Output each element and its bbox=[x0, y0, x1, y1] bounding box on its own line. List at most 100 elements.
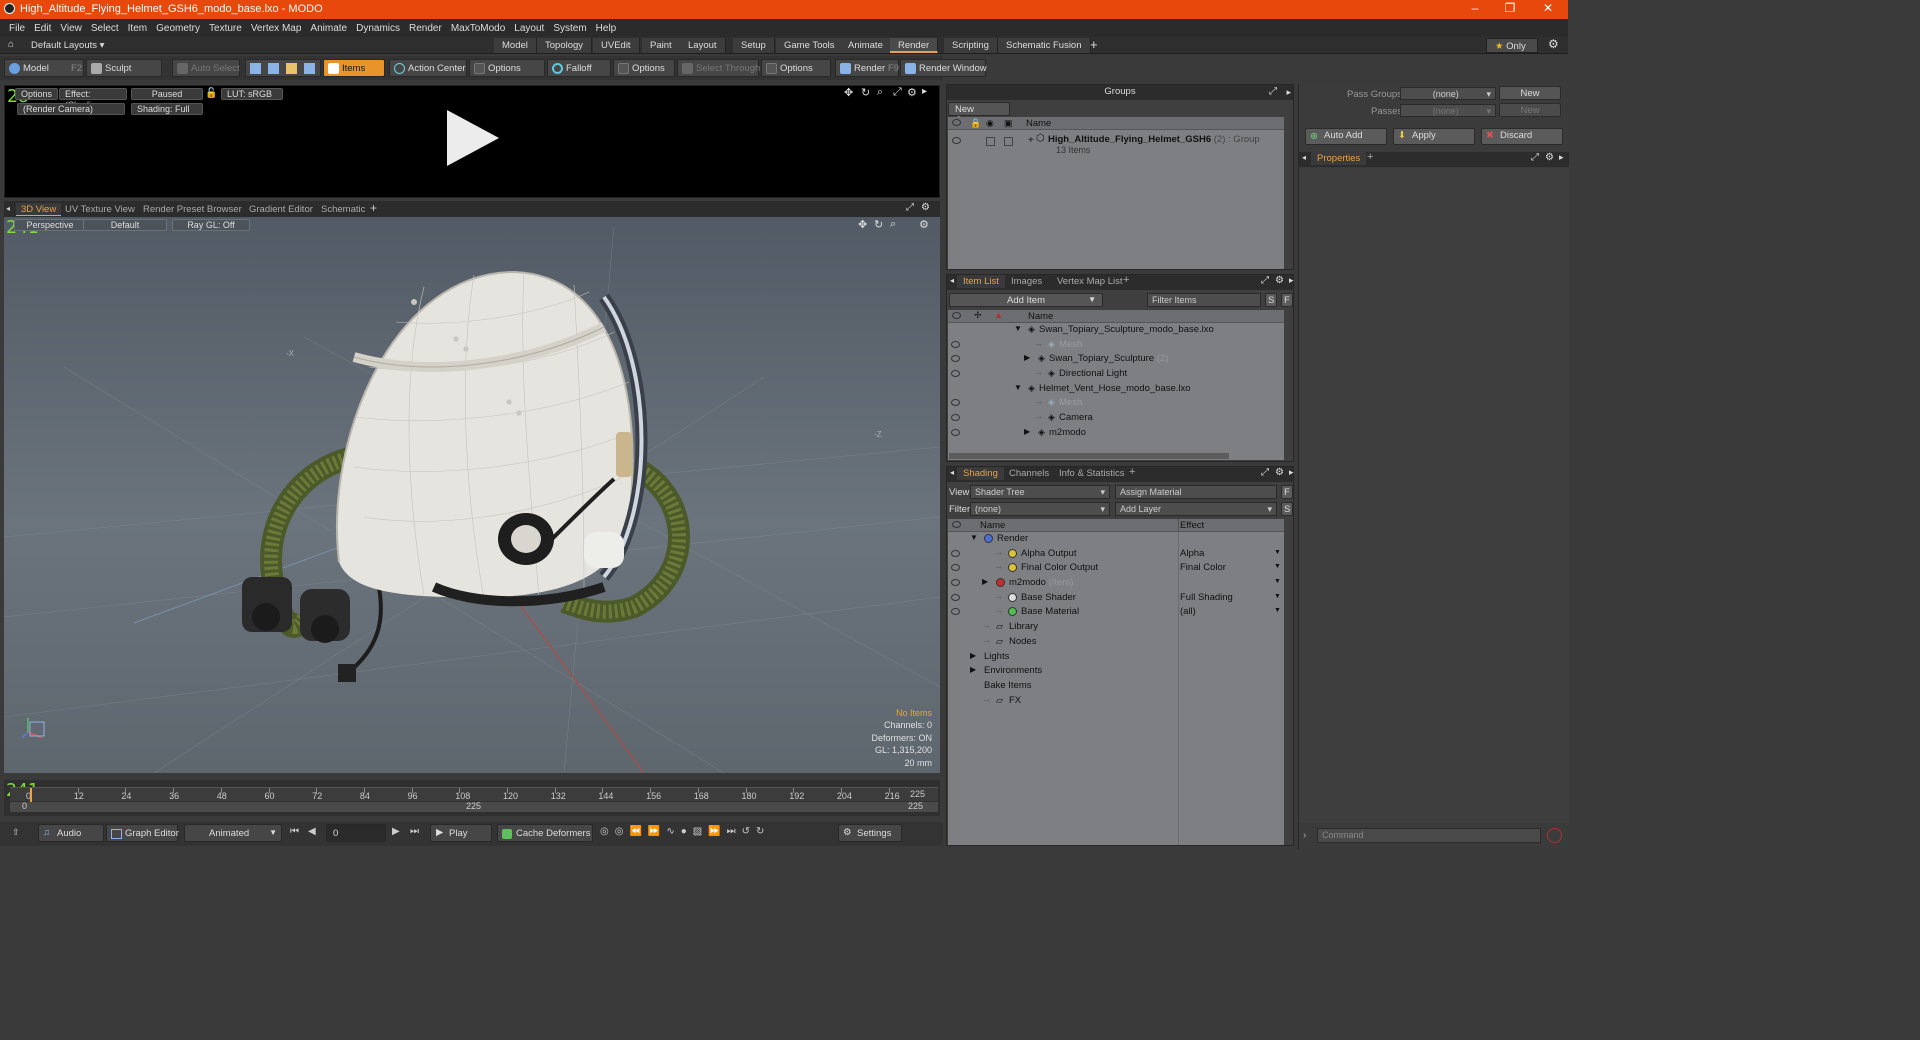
view-dropdown[interactable]: Shader Tree ▾ bbox=[970, 485, 1110, 499]
menu-geometry[interactable]: Geometry bbox=[156, 23, 200, 34]
play-icon[interactable] bbox=[441, 108, 501, 168]
add-tab-icon[interactable]: + bbox=[1090, 37, 1098, 52]
shader-tree-row[interactable]: → ▱ Nodes bbox=[948, 635, 1284, 650]
menu-dynamics[interactable]: Dynamics bbox=[356, 23, 400, 34]
settings-icon[interactable]: ⚙ bbox=[919, 218, 929, 231]
select-through-button[interactable]: Select Through bbox=[677, 59, 760, 77]
model-mode-button[interactable]: Model F2 bbox=[4, 59, 84, 77]
assign-material-button[interactable]: Assign Material bbox=[1115, 485, 1277, 499]
menu-file[interactable]: File bbox=[9, 23, 25, 34]
maximize-icon[interactable]: ⤢ bbox=[1261, 467, 1269, 478]
eye-icon[interactable] bbox=[951, 414, 960, 422]
menu-animate[interactable]: Animate bbox=[310, 23, 347, 34]
items-mode-button[interactable]: Items bbox=[323, 59, 385, 77]
tab-vertex-map-list[interactable]: Vertex Map List bbox=[1051, 275, 1128, 288]
apply-button[interactable]: ⬇ Apply bbox=[1393, 128, 1475, 145]
tab-3d-view[interactable]: 3D View bbox=[16, 203, 62, 216]
eye-icon[interactable] bbox=[951, 593, 960, 601]
render-col-icon[interactable]: ◉ bbox=[986, 118, 994, 129]
tab-grip-icon[interactable]: ◂ bbox=[6, 204, 10, 213]
new-group-button[interactable]: New Group bbox=[948, 102, 1010, 126]
tab-channels[interactable]: Channels bbox=[1003, 467, 1055, 480]
eye-icon[interactable] bbox=[951, 549, 960, 557]
edges-mode-icon[interactable] bbox=[268, 63, 279, 74]
item-list-row[interactable]: → ◈ Mesh bbox=[948, 396, 1284, 411]
settings-icon[interactable]: ⚙ bbox=[907, 86, 917, 99]
shader-tree-row[interactable]: → ▱ Library bbox=[948, 620, 1284, 635]
playhead[interactable] bbox=[30, 788, 32, 802]
animated-dropdown[interactable]: Animated ▼ bbox=[184, 824, 282, 842]
command-history-icon[interactable] bbox=[1547, 828, 1562, 843]
arrow-right-icon[interactable]: ▸ bbox=[922, 86, 927, 97]
raygl-dropdown[interactable]: Ray GL: Off bbox=[172, 219, 250, 231]
default-layouts-dropdown[interactable]: Default Layouts ▾ bbox=[31, 40, 104, 51]
filter-items-input[interactable]: Filter Items bbox=[1147, 293, 1261, 307]
settings-icon[interactable]: ⚙ bbox=[1275, 467, 1284, 478]
tab-topology[interactable]: Topology bbox=[537, 38, 593, 53]
maximize-icon[interactable]: ⤢ bbox=[1269, 85, 1277, 99]
command-input[interactable]: Command bbox=[1317, 828, 1541, 843]
shader-tree-row[interactable]: → Final Color Output Final Color ▼ bbox=[948, 561, 1284, 576]
frame-field[interactable]: 0 bbox=[326, 824, 386, 842]
layer-effect[interactable]: (all) bbox=[1180, 606, 1196, 617]
filter-s-button[interactable]: S bbox=[1265, 293, 1277, 307]
discard-button[interactable]: ✖ Discard bbox=[1481, 128, 1563, 145]
arrow-right-icon[interactable]: ▸ bbox=[1286, 85, 1291, 99]
layer-effect[interactable]: Alpha bbox=[1180, 548, 1204, 559]
render-toggle[interactable] bbox=[986, 137, 995, 146]
camera-dropdown[interactable]: (Render Camera) bbox=[17, 103, 125, 115]
menu-view[interactable]: View bbox=[60, 23, 82, 34]
tab-grip-icon[interactable]: ◂ bbox=[1302, 153, 1306, 162]
arrow-right-icon[interactable]: ▸ bbox=[1289, 467, 1294, 478]
audio-button[interactable]: ♫ Audio bbox=[38, 824, 104, 842]
gear-icon[interactable]: ⚙ bbox=[1548, 37, 1559, 51]
item-list-row[interactable]: ▶ ◈ m2modo bbox=[948, 426, 1284, 441]
tab-schematic-fusion[interactable]: Schematic Fusion bbox=[998, 38, 1091, 53]
tab-game-tools[interactable]: Game Tools bbox=[776, 38, 844, 53]
visibility-col-icon[interactable] bbox=[952, 521, 961, 528]
tab-scripting[interactable]: Scripting bbox=[944, 38, 998, 53]
first-frame-icon[interactable]: ⏮ bbox=[290, 826, 299, 837]
tab-render-preset-browser[interactable]: Render Preset Browser bbox=[138, 203, 247, 216]
menu-layout[interactable]: Layout bbox=[514, 23, 544, 34]
play-button[interactable]: ▶ Play bbox=[430, 824, 492, 842]
column-divider[interactable] bbox=[1178, 519, 1179, 532]
expand-arrow-icon[interactable]: ▶ bbox=[1024, 427, 1030, 436]
settings-icon[interactable]: ⚙ bbox=[921, 202, 930, 213]
menu-item[interactable]: Item bbox=[128, 23, 147, 34]
expand-icon[interactable]: + bbox=[1028, 135, 1034, 146]
only-toggle[interactable]: ★ Only bbox=[1486, 38, 1538, 53]
dropdown-arrow-icon[interactable]: ▼ bbox=[1274, 563, 1281, 570]
shader-tree-row[interactable]: ▶ Environments bbox=[948, 664, 1284, 679]
groups-list[interactable]: 🔒 ◉ ▣ Name + ⬡ High_Altitude_Flying_Helm… bbox=[948, 117, 1284, 269]
filter-dropdown[interactable]: (none) ▾ bbox=[970, 502, 1110, 516]
group-row[interactable]: + ⬡ High_Altitude_Flying_Helmet_GSH6 (2)… bbox=[948, 133, 1284, 159]
auto-add-button[interactable]: ⊕ Auto Add bbox=[1305, 128, 1387, 145]
vertices-mode-icon[interactable] bbox=[250, 63, 261, 74]
polygons-mode-icon[interactable] bbox=[286, 63, 297, 74]
layer-effect[interactable]: Full Shading bbox=[1180, 592, 1233, 603]
tab-grip-icon[interactable]: ◂ bbox=[950, 468, 954, 477]
shader-tree-row[interactable]: ▼ Render bbox=[948, 532, 1284, 547]
lock-icon[interactable]: 🔓 bbox=[205, 88, 217, 99]
lock-col-icon[interactable]: 🔒 bbox=[970, 118, 981, 129]
action-center-button[interactable]: Action Center bbox=[389, 59, 467, 77]
menu-edit[interactable]: Edit bbox=[34, 23, 51, 34]
item-list[interactable]: ✢ ▲ Name ▼ ◈ Swan_Topiary_Sculpture_modo_b… bbox=[948, 310, 1284, 460]
add-tab-icon[interactable]: + bbox=[1123, 274, 1129, 286]
dropdown-arrow-icon[interactable]: ▼ bbox=[1274, 607, 1281, 614]
item-list-row[interactable]: → ◈ Camera bbox=[948, 411, 1284, 426]
rotate-icon[interactable]: ↻ bbox=[861, 86, 870, 99]
item-list-row[interactable]: → ◈ Mesh bbox=[948, 338, 1284, 353]
menu-vertex-map[interactable]: Vertex Map bbox=[251, 23, 302, 34]
zoom-icon[interactable]: ⌕ bbox=[877, 86, 883, 99]
select-toggle[interactable] bbox=[1004, 137, 1013, 146]
shading-s-button[interactable]: S bbox=[1281, 502, 1293, 516]
maximize-icon[interactable]: ⤢ bbox=[893, 86, 902, 99]
tab-gradient-editor[interactable]: Gradient Editor bbox=[244, 203, 318, 216]
maximize-icon[interactable]: ⤢ bbox=[1261, 275, 1269, 286]
item-list-row[interactable]: ▼ ◈ Helmet_Vent_Hose_modo_base.lxo bbox=[948, 382, 1284, 397]
effect-dropdown[interactable]: Effect: (Shadi... bbox=[59, 88, 127, 110]
add-layer-dropdown[interactable]: Add Layer ▾ bbox=[1115, 502, 1277, 516]
add-tab-icon[interactable]: + bbox=[1129, 466, 1135, 478]
